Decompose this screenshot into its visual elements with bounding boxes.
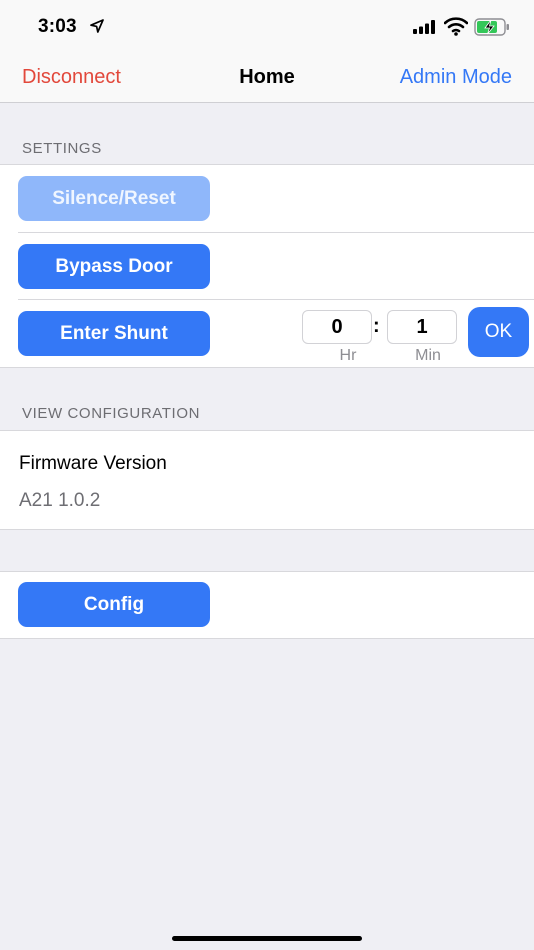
firmware-version-label: Firmware Version	[19, 453, 167, 474]
minutes-label: Min	[415, 347, 441, 364]
enter-shunt-button[interactable]: Enter Shunt	[18, 311, 210, 356]
disconnect-button[interactable]: Disconnect	[22, 66, 121, 89]
navigation-bar: Disconnect Home Admin Mode	[0, 50, 534, 103]
shunt-ok-button[interactable]: OK	[468, 307, 529, 357]
configuration-section-header: VIEW CONFIGURATION	[22, 405, 201, 422]
status-bar: 3:03	[0, 0, 534, 50]
time-separator: :	[373, 315, 380, 337]
settings-section-header: SETTINGS	[22, 140, 102, 157]
configuration-group: Firmware Version A21 1.0.2	[0, 430, 534, 530]
shunt-minutes-field[interactable]: 1	[387, 310, 457, 344]
hours-label: Hr	[339, 347, 357, 364]
status-time: 3:03	[38, 16, 77, 37]
firmware-version-value: A21 1.0.2	[19, 490, 101, 511]
settings-group: Silence/Reset Bypass Door Enter Shunt 0 …	[0, 164, 534, 368]
config-group: Config	[0, 571, 534, 639]
shunt-hours-field[interactable]: 0	[302, 310, 372, 344]
config-button[interactable]: Config	[18, 582, 210, 627]
home-indicator[interactable]	[172, 936, 362, 941]
battery-charging-icon	[474, 18, 509, 36]
row-divider	[18, 299, 534, 300]
location-arrow-icon	[90, 19, 104, 33]
wifi-icon	[444, 17, 468, 36]
row-divider	[18, 232, 534, 233]
silence-reset-button[interactable]: Silence/Reset	[18, 176, 210, 221]
cellular-signal-icon	[413, 20, 435, 34]
admin-mode-button[interactable]: Admin Mode	[400, 66, 512, 89]
bypass-door-button[interactable]: Bypass Door	[18, 244, 210, 289]
